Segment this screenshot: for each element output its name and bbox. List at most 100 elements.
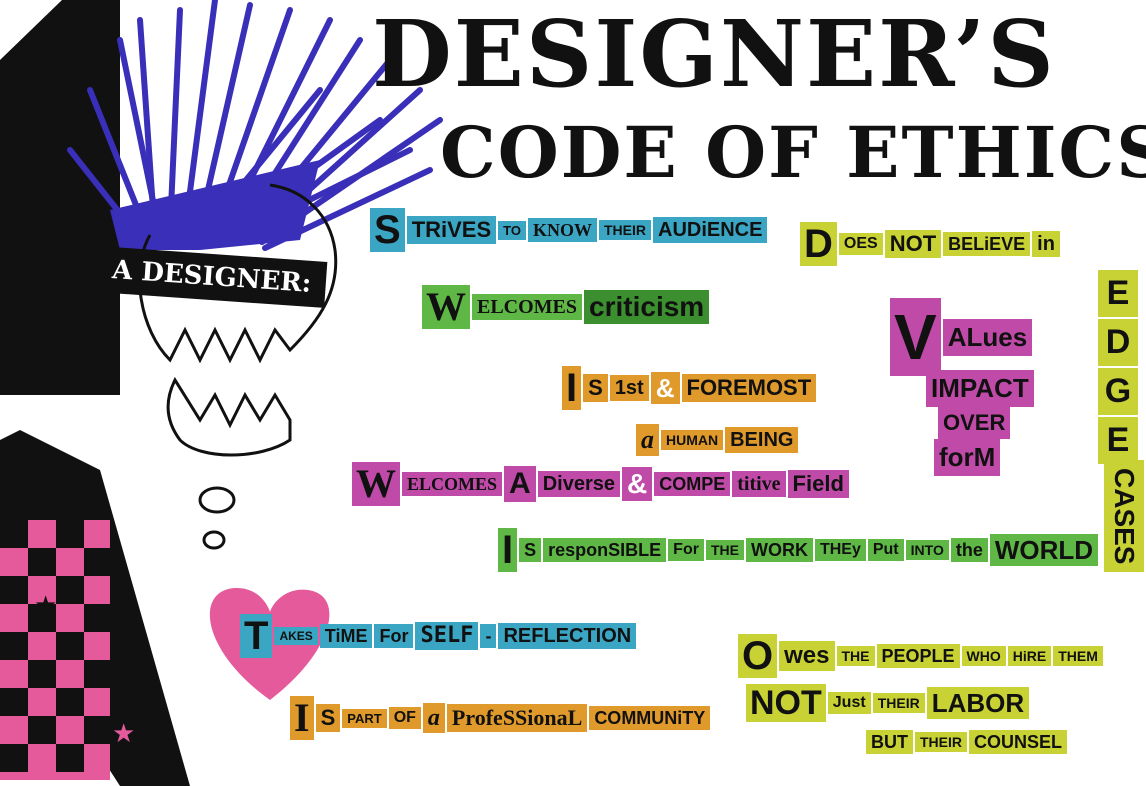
word: titive	[732, 471, 786, 497]
word: ELCOMES	[402, 472, 503, 496]
phrase-strives: S TRiVES TO KNOW THEIR AUDiENCE	[370, 208, 769, 252]
word: NOT	[884, 230, 942, 258]
word: ProfeSSionaL	[446, 704, 588, 732]
word: S	[519, 538, 542, 562]
word: I	[290, 696, 314, 740]
word: THEIR	[599, 220, 651, 240]
word: the	[950, 538, 988, 562]
title-line-2: CODE OF ETHICS	[440, 111, 1146, 194]
word: HUMAN	[661, 430, 724, 450]
phrase-welcomes-criticism: W ELCOMES criticism	[422, 285, 711, 329]
edge-letter: E	[1098, 417, 1138, 464]
word: OVER	[938, 407, 1011, 439]
word: KNOW	[527, 218, 597, 242]
cases-word: CASES	[1104, 460, 1144, 573]
word: wes	[779, 641, 835, 671]
word: PART	[342, 708, 387, 728]
word: For	[374, 624, 414, 648]
word: BELiEVE	[943, 232, 1031, 256]
word: COMPE	[654, 472, 731, 496]
word: TiME	[319, 624, 373, 648]
word: W	[352, 462, 400, 506]
word: OES	[838, 233, 883, 255]
phrase-welcomes-diverse: W ELCOMES A Diverse & COMPE titive Field	[352, 462, 851, 506]
edge-letter: D	[1098, 319, 1138, 366]
phrase-human-being: a HUMAN BEING	[636, 424, 800, 456]
edge-column: E D G E	[1098, 270, 1138, 466]
big-letter-a-shape	[0, 0, 120, 395]
word: I	[498, 528, 518, 572]
word: TO	[498, 220, 526, 240]
edge-letter: E	[1098, 270, 1138, 317]
phrase-values: V ALues IMPACT OVER forM	[890, 298, 1050, 476]
word: ELCOMES	[472, 294, 583, 320]
word: V	[890, 298, 941, 376]
phrase-professional: I S PART OF a ProfeSSionaL COMMUNiTY	[290, 696, 712, 740]
word: Field	[787, 470, 849, 498]
word: &	[621, 467, 653, 501]
word: A	[504, 466, 536, 502]
word: WHO	[961, 646, 1006, 666]
word: SELF	[415, 622, 479, 650]
word: COUNSEL	[969, 730, 1068, 754]
word: a	[636, 424, 659, 456]
word: D	[800, 222, 837, 266]
word: 1st	[609, 375, 649, 401]
word: THEIR	[915, 732, 967, 752]
phrase-takes-time: T AKES TiME For SELF - REFLECTION	[240, 614, 638, 658]
star-icon: ★	[34, 591, 57, 621]
word: S	[370, 208, 405, 252]
word: HiRE	[1007, 646, 1052, 666]
word: THE	[705, 540, 744, 560]
word: THEM	[1053, 646, 1103, 666]
word: W	[422, 285, 470, 329]
edge-letter: G	[1098, 368, 1138, 415]
word: For	[668, 539, 704, 561]
word: &	[650, 372, 680, 404]
word: WORK	[745, 538, 813, 562]
word: criticism	[584, 290, 710, 324]
word: NOT	[746, 684, 826, 722]
star-icon: ★	[112, 719, 135, 749]
phrase-responsible: I SresponSIBLE For THE WORK THEy Put INTO the WOR…	[498, 528, 1100, 572]
word: ALues	[942, 318, 1033, 356]
word: forM	[934, 439, 1001, 476]
word: T	[240, 614, 273, 658]
word: WORLD	[989, 534, 1099, 566]
phrase-but-counsel: BUT THEIR COUNSEL	[866, 730, 1069, 754]
word: THEy	[814, 539, 866, 561]
word: OF	[388, 707, 421, 729]
mohawk-base	[110, 160, 320, 250]
word: S	[583, 374, 608, 402]
word: INTO	[905, 540, 949, 560]
word: AKES	[274, 627, 318, 645]
word: THEIR	[872, 693, 925, 713]
word: PEOPLE	[876, 644, 960, 668]
word: TRiVES	[406, 216, 497, 244]
word: a	[422, 703, 445, 733]
word: LABOR	[926, 687, 1030, 719]
word: Put	[867, 539, 904, 561]
word: IMPACT	[926, 370, 1034, 407]
phrase-is-first: I S 1st & FOREMOST	[562, 366, 818, 410]
word: I	[562, 366, 582, 410]
word: AUDiENCE	[653, 217, 768, 243]
phrase-not-just: NOT Just THEIR LABOR	[746, 684, 1031, 722]
checkered-pattern	[0, 520, 110, 780]
word: REFLECTION	[498, 623, 637, 649]
word: S	[315, 704, 341, 732]
title-line-1: DESIGNER’S	[372, 0, 1056, 108]
word: BEING	[725, 427, 799, 453]
word: O	[738, 634, 778, 678]
word: Just	[827, 692, 871, 714]
word: -	[480, 624, 497, 648]
phrase-does-not-believe: D OES NOT BELiEVE in	[800, 222, 1062, 266]
word: BUT	[866, 730, 913, 754]
phrase-owes: Owes THE PEOPLE WHO HiRE THEM	[738, 634, 1105, 678]
word: in	[1032, 231, 1060, 257]
word: Diverse	[537, 471, 620, 497]
word: COMMUNiTY	[589, 706, 711, 730]
word: FOREMOST	[681, 374, 817, 402]
word: THE	[836, 646, 875, 666]
word: responSIBLE	[543, 538, 667, 562]
